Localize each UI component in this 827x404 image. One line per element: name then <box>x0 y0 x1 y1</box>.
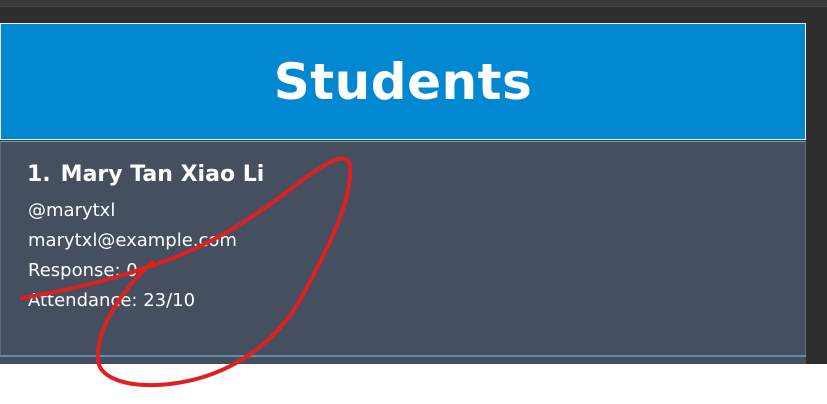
student-response: Response: 0 <box>28 260 138 281</box>
student-name: Mary Tan Xiao Li <box>60 162 265 187</box>
student-handle: @marytxl <box>28 200 116 221</box>
student-index: 1. <box>27 162 51 187</box>
page-title: Students <box>273 52 533 111</box>
next-card-edge <box>0 357 806 364</box>
app-window: Students 1. Mary Tan Xiao Li @marytxl mar… <box>0 0 827 364</box>
student-email: marytxl@example.com <box>28 230 237 251</box>
window-top-strip <box>0 0 827 7</box>
student-card[interactable]: 1. Mary Tan Xiao Li @marytxl marytxl@exam… <box>0 141 806 356</box>
student-list-panel: Students 1. Mary Tan Xiao Li @marytxl mar… <box>0 23 806 364</box>
student-attendance: Attendance: 23/10 <box>28 290 196 311</box>
panel-header: Students <box>0 23 806 140</box>
student-name-row: 1. Mary Tan Xiao Li <box>27 162 264 187</box>
